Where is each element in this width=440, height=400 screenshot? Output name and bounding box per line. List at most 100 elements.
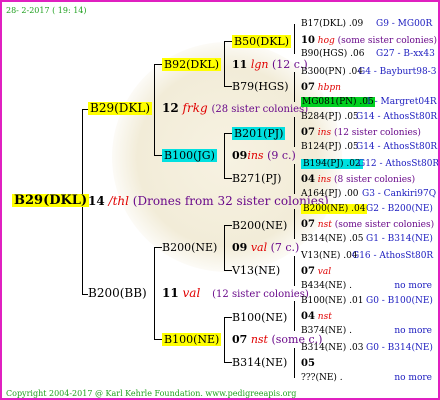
connector [224,225,232,226]
g4-row[interactable]: B314(NE) .05 [301,233,363,246]
connector [154,64,155,156]
g1-top-info: 12 frkg (28 sister colonies) [162,102,308,116]
g3-e-num: 07 [301,219,315,230]
connector [224,86,232,87]
g3-h-info: 05 [301,357,315,371]
g4-label: B90(HGS) .06 [301,49,365,59]
g2-b-line: ins [247,149,264,162]
g4-label: B314(NE) .03 [301,343,364,353]
connector [224,41,232,42]
g4-row[interactable]: B200(NE) .04 [301,203,368,216]
g2-c-note: (7 c.) [270,241,300,254]
g3-a-label[interactable]: B50(DKL) [232,35,292,48]
connector [294,24,295,54]
g4-row[interactable]: B300(PN) .04 [301,66,363,79]
g4-row[interactable]: B100(NE) .01 [301,295,363,308]
root-queen-label[interactable]: B29(DKL) [12,194,90,207]
g3-e-line: nst [317,220,332,230]
g4-row[interactable]: B314(NE) .03 [301,342,363,355]
g3-a-num: 10 [301,35,315,46]
g4-label: B314(NE) .05 [301,234,364,244]
g4-label: V13(NE) .04 [301,251,358,261]
g4-label: B124(PJ) .05 [301,142,359,152]
connector [294,301,295,331]
g4-row[interactable]: MG081(PN) .05 [301,96,375,109]
g2-a-num: 11 [232,58,248,71]
g4-right: G2 - B200(NE) [366,204,433,214]
connector [294,209,295,239]
g3-b-line: hbpn [317,83,341,93]
g4-right: no more [394,326,432,336]
g1-bot-line: val [182,286,201,300]
connector [224,317,232,318]
g4-right: G9 - MG00R [376,19,433,29]
g1-top-label[interactable]: B29(DKL) [88,102,153,115]
root-note: (Drones from 32 sister colonies) [132,194,329,208]
g4-row[interactable]: B17(DKL) .09 [301,18,363,31]
g4-row[interactable]: V13(NE) .04 [301,250,358,263]
g4-row[interactable]: A164(PJ) .00 [301,188,359,201]
g2-b-label[interactable]: B100(JG) [162,149,217,162]
g2-c-line: val [250,241,268,254]
g2-a-info: 11 lgn (12 c.) [232,58,308,71]
g3-f-label[interactable]: V13(NE) [232,264,280,277]
root-info: 14 /thl (Drones from 32 sister colonies) [88,195,329,208]
connector [154,247,155,340]
g3-c-label[interactable]: B201(PJ) [232,127,286,140]
g4-label: B100(NE) .01 [301,296,364,306]
g4-label: B300(PN) .04 [301,67,363,77]
connector [224,133,232,134]
connector [294,117,295,147]
g2-d-line: nst [250,333,268,346]
g3-g-line: nst [317,312,332,322]
g3-c-line: ins [317,128,332,138]
g4-label: MG081(PN) .05 [301,97,375,107]
g2-d-num: 07 [232,333,248,346]
connector [224,270,232,271]
g3-f-info: 07 val [301,265,331,279]
g4-row[interactable]: B194(PJ) .02 [301,158,363,171]
g4-row[interactable]: B434(NE) . [301,280,352,293]
g3-a-info: 10 hog (some sister colonies) [301,34,437,48]
g4-row[interactable]: B90(HGS) .06 [301,48,364,61]
g4-right: no more [394,373,432,383]
g4-right: G0 - B314(NE) [366,343,433,353]
g3-e-label[interactable]: B200(NE) [232,219,287,232]
g2-d-label[interactable]: B100(NE) [162,333,222,346]
g3-a-note: (some sister colonies) [337,36,438,46]
g4-right: no more [394,281,432,291]
g3-g-label[interactable]: B100(NE) [232,311,287,324]
g1-bot-label[interactable]: B200(BB) [88,287,147,300]
g2-c-num: 09 [232,241,248,254]
g3-c-num: 07 [301,127,315,138]
connector [294,164,295,194]
connector [224,41,225,87]
g4-row[interactable]: B124(PJ) .05 [301,141,359,154]
g4-label: A164(PJ) .00 [301,189,359,199]
g1-top-line: frkg [182,101,208,115]
connector [294,348,295,378]
connector [224,178,232,179]
g2-b-note: (9 c.) [267,149,296,162]
copyright-footer: Copyright 2004-2017 @ Karl Kehrle Founda… [6,389,297,398]
g4-right: G16 - AthosSt80R [352,251,434,261]
g3-h-label[interactable]: B314(NE) [232,356,287,369]
g3-c-note: (12 sister colonies) [333,128,421,138]
g2-a-line: lgn [250,58,269,71]
g4-row[interactable]: B284(PJ) .05 [301,111,359,124]
g4-right: G4 - Bayburt98-3 [358,67,437,77]
g2-a-label[interactable]: B92(DKL) [162,58,222,71]
connector [154,247,162,248]
g4-row[interactable]: ???(NE) . [301,372,343,385]
g4-label: ???(NE) . [301,373,343,383]
g3-d-label[interactable]: B271(PJ) [232,172,281,185]
connector [154,339,162,340]
connector [294,256,295,286]
g4-row[interactable]: B374(NE) . [301,325,352,338]
g2-c-label[interactable]: B200(NE) [162,241,217,254]
connector [154,64,162,65]
g3-f-num: 07 [301,266,315,277]
connector [224,133,225,179]
g3-b-label[interactable]: B79(HGS) [232,80,289,93]
g3-h-num: 05 [301,358,315,369]
